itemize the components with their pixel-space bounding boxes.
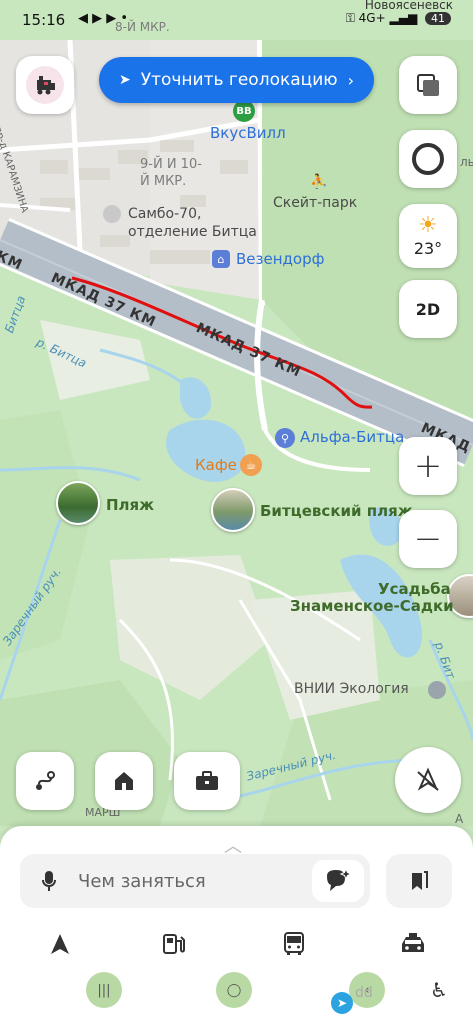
refine-geolocation-label: Уточнить геолокацию — [140, 70, 338, 90]
watermark-text: dd — [355, 985, 373, 1001]
view-mode-label: 2D — [415, 299, 441, 319]
navigation-icon — [51, 934, 69, 954]
alice-button[interactable] — [399, 130, 457, 188]
ai-sparkle-icon — [327, 868, 352, 891]
system-nav-bar: ||| ◯ ‹ ♿ — [0, 960, 473, 1024]
search-input[interactable]: Чем заняться — [20, 854, 370, 908]
recent-apps-icon[interactable]: ||| — [86, 972, 122, 1008]
label-district-9-10: 9-Й И 10- Й МКР. — [140, 157, 202, 189]
plus-icon: + — [413, 446, 443, 486]
taxi-mode-button[interactable] — [393, 926, 433, 962]
vkusvill-badge-text: ВВ — [236, 105, 252, 117]
weather-temp: 23° — [413, 238, 443, 258]
bitsa-beach-photo-pin[interactable] — [211, 488, 255, 532]
ai-chat-button[interactable] — [312, 860, 364, 902]
transit-mode-button[interactable] — [274, 926, 314, 962]
beach-photo-pin[interactable] — [56, 481, 100, 525]
label-wezendorf[interactable]: Везендорф — [236, 250, 324, 268]
train-avatar-icon — [26, 66, 64, 104]
sambo-pin-icon[interactable] — [103, 205, 121, 223]
bus-icon — [284, 932, 304, 955]
status-time: 15:16 — [22, 11, 66, 29]
cafe-pin-icon[interactable]: ☕ — [240, 454, 262, 476]
fuel-mode-button[interactable] — [154, 926, 194, 962]
label-usadba-2[interactable]: Знаменское-Садки — [290, 597, 454, 615]
status-app-icons: ◀ ▶ ▶ • — [78, 11, 129, 26]
label-sambo[interactable]: Самбо-70, отделение Битца — [128, 205, 257, 241]
navigation-arrow-icon: ➤ — [118, 72, 131, 88]
route-icon — [36, 771, 55, 790]
status-network: 4G+ — [358, 11, 386, 25]
bottom-sheet[interactable]: ︿ Чем заняться ||| ◯ ‹ ♿ — [0, 826, 473, 1024]
skatepark-icon: ⛹ — [310, 174, 328, 190]
label-right-edge: ль — [460, 155, 473, 169]
label-vkusvill[interactable]: ВкусВилл — [210, 124, 286, 142]
status-right: ⚿ 4G+ ▂▄▆ 41 — [346, 11, 451, 26]
key-icon: ⚿ — [345, 11, 355, 25]
taxi-icon — [402, 933, 424, 952]
routes-button[interactable] — [16, 752, 74, 810]
label-vnii[interactable]: ВНИИ Экология — [294, 681, 409, 697]
home-nav-icon[interactable]: ◯ — [216, 972, 252, 1008]
home-button[interactable] — [95, 752, 153, 810]
location-off-icon — [417, 767, 439, 791]
fuel-icon — [163, 934, 185, 954]
layers-icon — [417, 74, 439, 96]
label-alfa-bitsa[interactable]: Альфа-Битца — [300, 428, 404, 446]
vkusvill-pin-icon[interactable]: ВВ — [233, 100, 255, 122]
weather-button[interactable]: ☀ 23° — [399, 204, 457, 268]
drive-mode-button[interactable] — [40, 926, 80, 962]
briefcase-icon — [196, 771, 218, 790]
alice-icon — [412, 143, 444, 175]
view-mode-button[interactable]: 2D — [399, 280, 457, 338]
zoom-in-button[interactable]: + — [399, 437, 457, 495]
label-beach[interactable]: Пляж — [106, 496, 154, 514]
label-bitsa-beach[interactable]: Битцевский пляж — [260, 502, 413, 520]
bookmarks-icon — [412, 871, 428, 890]
layers-button[interactable] — [399, 56, 457, 114]
hotel-pin-icon[interactable]: ⌂ — [212, 250, 230, 268]
chevron-right-icon: › — [347, 70, 354, 90]
work-button[interactable] — [174, 752, 240, 810]
battery-icon: 41 — [425, 12, 451, 25]
telegram-icon: ➤ — [331, 992, 353, 1014]
location-button[interactable] — [395, 747, 461, 813]
profile-button[interactable] — [16, 56, 74, 114]
microphone-icon[interactable] — [38, 870, 60, 892]
home-icon — [115, 772, 133, 790]
fitness-pin-icon[interactable]: ⚲ — [275, 428, 295, 448]
label-usadba-1[interactable]: Усадьба — [378, 580, 451, 598]
signal-icon: ▂▄▆ — [389, 11, 418, 25]
zoom-out-button[interactable]: − — [399, 510, 457, 568]
sun-icon: ☀ — [418, 212, 438, 238]
accessibility-icon[interactable]: ♿ — [430, 978, 448, 1002]
vnii-pin-icon[interactable] — [428, 681, 446, 699]
label-skatepark[interactable]: Скейт-парк — [273, 195, 357, 211]
status-bar: 15:16 ◀ ▶ ▶ • Новоясеневск ⚿ 4G+ ▂▄▆ 41 — [0, 0, 473, 40]
label-cafe[interactable]: Кафе — [195, 456, 237, 474]
minus-icon: − — [413, 519, 443, 559]
refine-geolocation-button[interactable]: ➤ Уточнить геолокацию › — [99, 57, 374, 103]
search-placeholder: Чем заняться — [78, 870, 206, 892]
label-letter-a: А — [455, 812, 464, 826]
bookmarks-button[interactable] — [386, 854, 452, 908]
